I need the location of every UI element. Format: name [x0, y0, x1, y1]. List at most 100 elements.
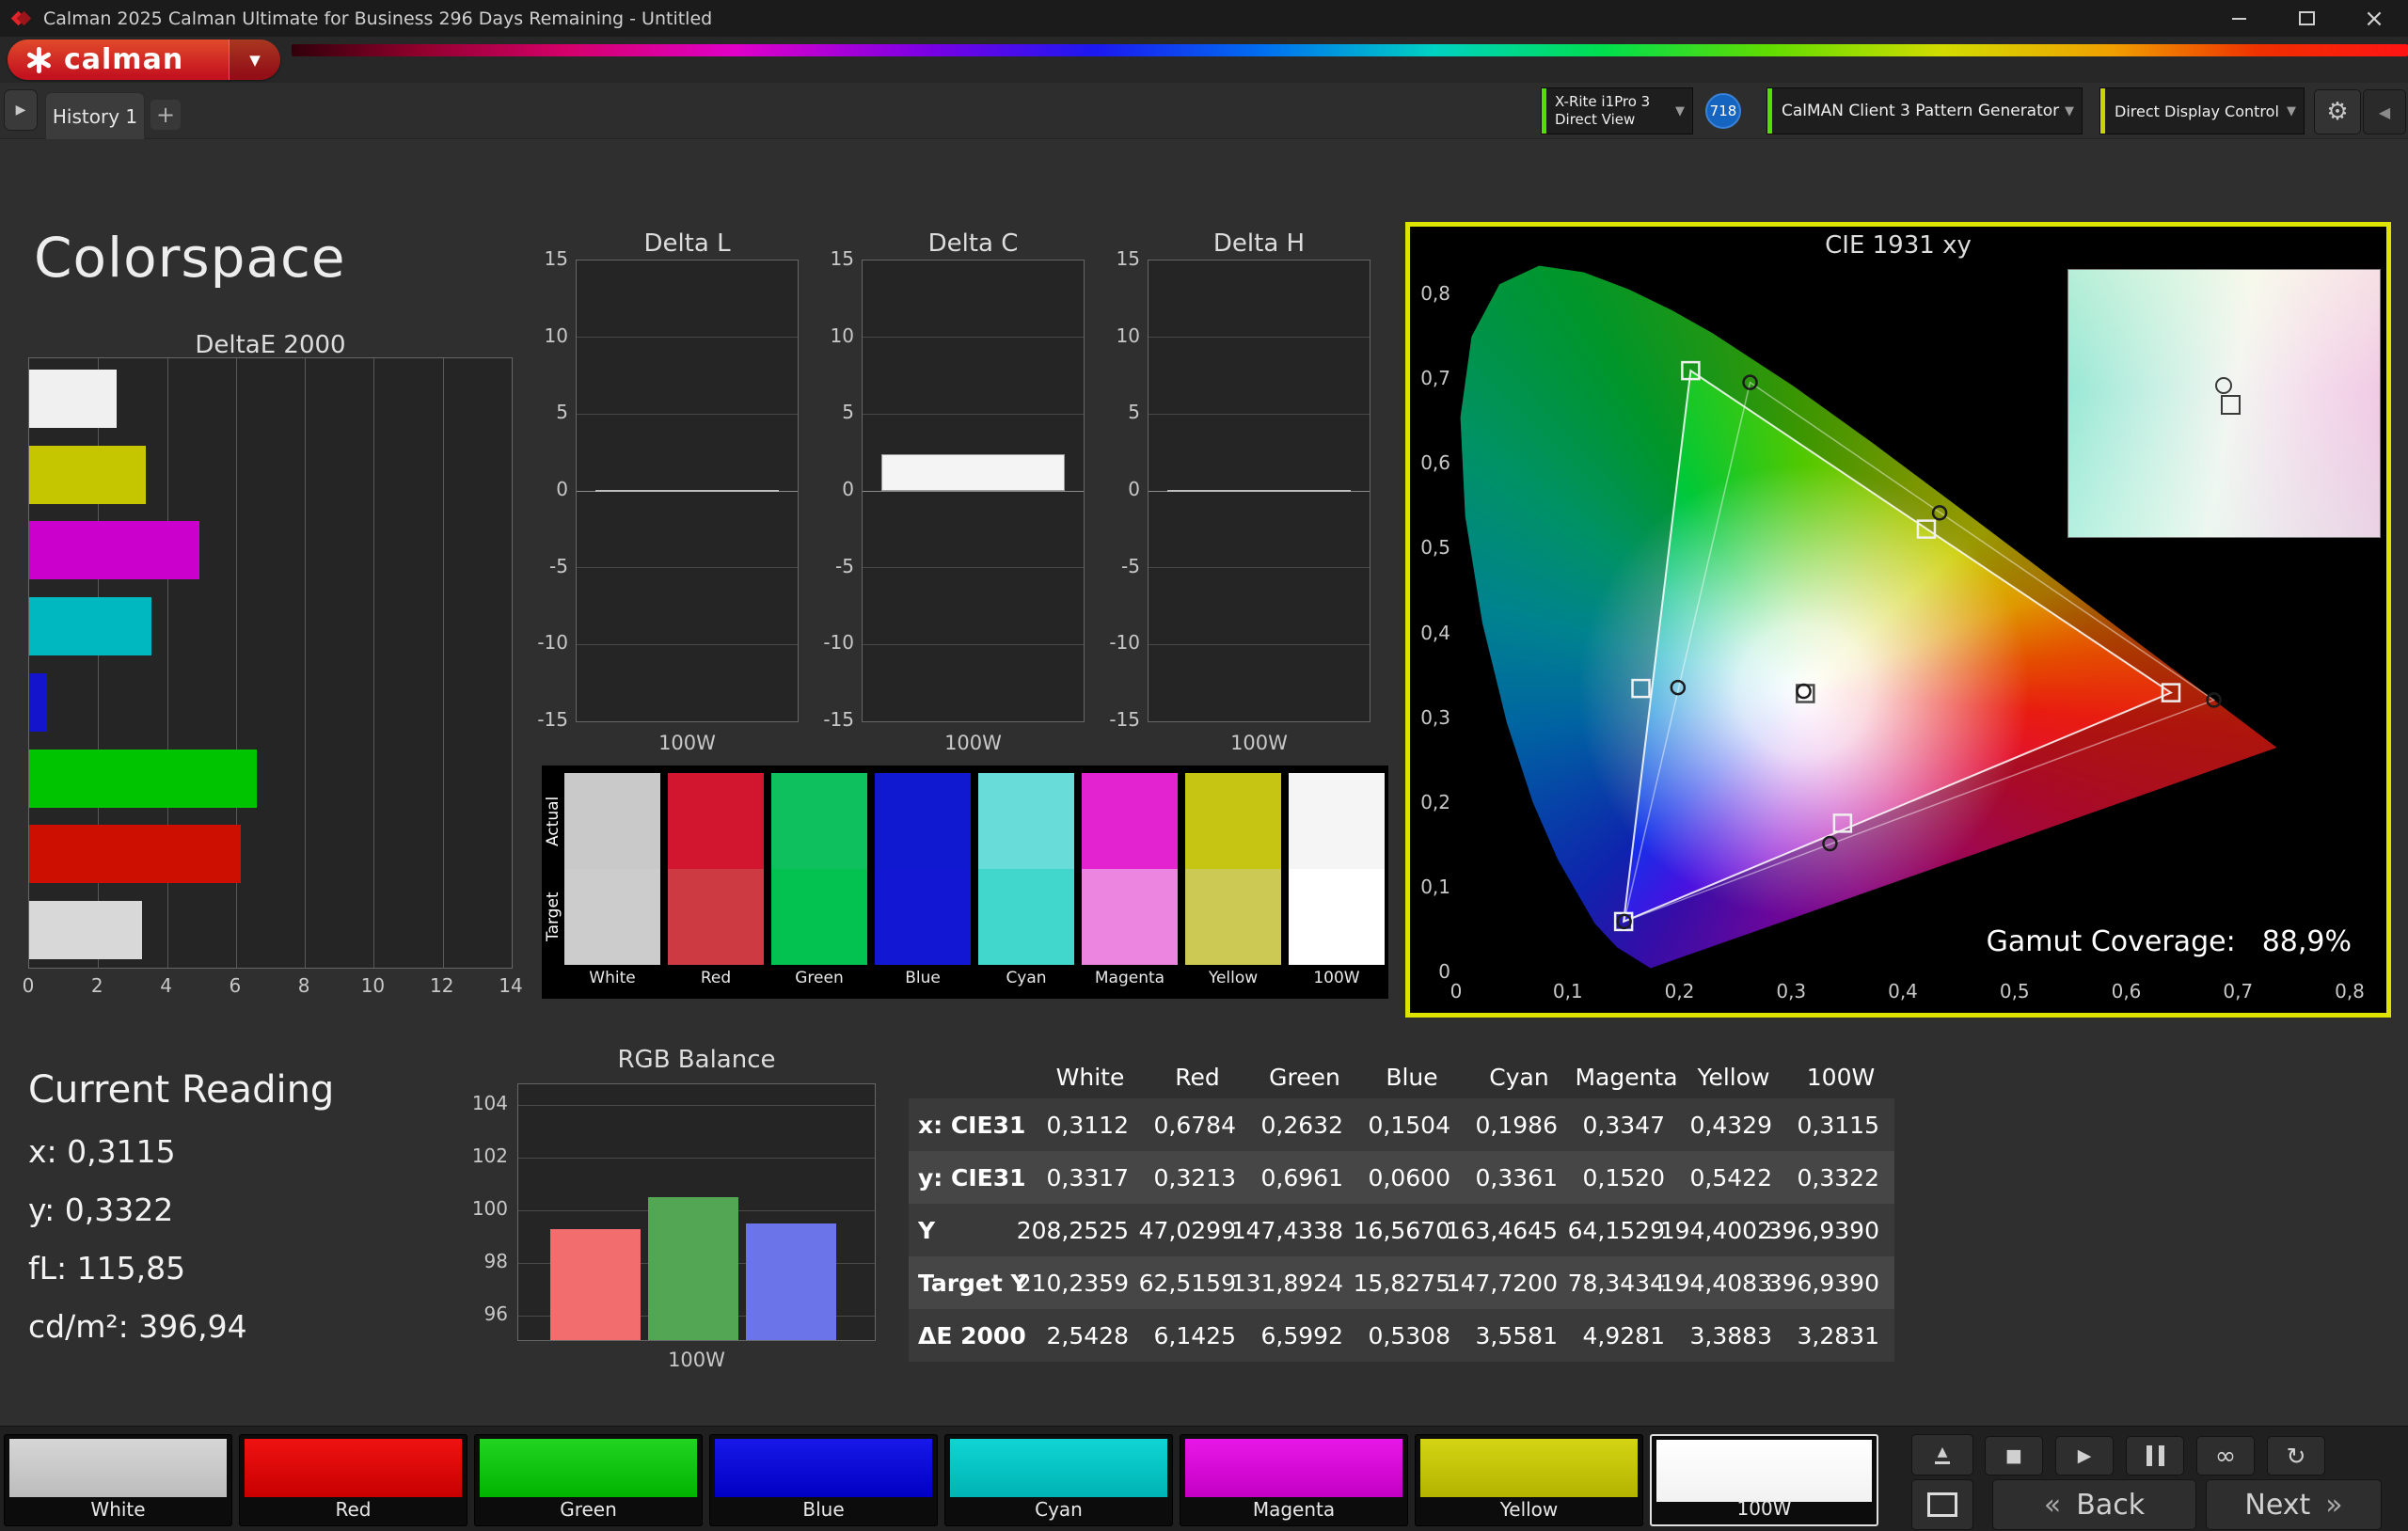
settings-button[interactable]: ⚙ [2314, 89, 2361, 134]
swatch-actual-white [564, 773, 660, 869]
x-tick-label: 2 [90, 974, 103, 997]
maximize-button[interactable] [2273, 0, 2340, 37]
y-tick-label: -15 [823, 708, 854, 731]
swatch-label: Red [700, 969, 732, 987]
gridline [518, 1157, 875, 1159]
cie-x-tick: 0,6 [2111, 980, 2142, 1002]
pattern-label: Yellow [1499, 1498, 1559, 1521]
reading-fl: fL: 115,85 [28, 1250, 186, 1286]
pattern-label: 100W [1736, 1497, 1792, 1520]
column-header-blue: Blue [1386, 1063, 1438, 1091]
swatch-target-magenta [1082, 869, 1178, 965]
collapse-panel-button[interactable]: ◀ [2363, 89, 2406, 134]
column-header-magenta: Magenta [1575, 1063, 1678, 1091]
workflow-nav-button[interactable]: ▶ [4, 89, 38, 131]
cie-x-tick: 0,2 [1664, 980, 1695, 1002]
swatch-actual-100w [1289, 773, 1385, 869]
y-tick-label: -15 [1109, 708, 1140, 731]
table-cell: 2,5428 [1037, 1309, 1144, 1362]
pattern-button-magenta[interactable]: Magenta [1180, 1434, 1408, 1526]
column-header-100w: 100W [1806, 1063, 1876, 1091]
table-cell: 0,1520 [1573, 1151, 1680, 1204]
pattern-button-green[interactable]: Green [474, 1434, 703, 1526]
menu-chevron-down-icon[interactable]: ▼ [229, 39, 280, 80]
tab-history-1[interactable]: History 1 [45, 92, 145, 139]
gridline [518, 1104, 875, 1106]
tab-band: ▶ History 1 + X-Rite i1Pro 3 Direct View… [0, 83, 2408, 139]
close-button[interactable]: × [2340, 0, 2408, 37]
next-button[interactable]: Next » [2206, 1479, 2382, 1530]
y-tick-label: 0 [842, 478, 854, 500]
y-tick-label: 104 [471, 1092, 508, 1115]
loop-button[interactable]: ∞ [2196, 1436, 2255, 1476]
calman-pinwheel-icon [23, 44, 55, 76]
table-cell: 131,8924 [1231, 1256, 1358, 1309]
delta-e-bar-100w [29, 900, 143, 959]
infinity-icon: ∞ [2214, 1441, 2237, 1471]
pattern-button-yellow[interactable]: Yellow [1415, 1434, 1643, 1526]
gridline [577, 567, 798, 569]
chart-x-label: 100W [944, 732, 1002, 754]
x-tick-label: 8 [297, 974, 310, 997]
minimize-button[interactable] [2205, 0, 2273, 37]
pattern-label: Magenta [1252, 1498, 1336, 1521]
gridline [577, 643, 798, 645]
swatch-target-red [668, 869, 764, 965]
calman-menu-button[interactable]: calman ▼ [8, 39, 280, 80]
stop-icon: ■ [2005, 1445, 2022, 1466]
pattern-swatch [245, 1439, 462, 1497]
display-control-dropdown[interactable]: Direct Display Control ▼ [2099, 87, 2305, 134]
meter-dropdown[interactable]: X-Rite i1Pro 3 Direct View ▼ [1541, 87, 1693, 134]
pattern-label: Green [560, 1498, 617, 1521]
swatch-label: Yellow [1208, 969, 1259, 987]
pattern-button-red[interactable]: Red [239, 1434, 467, 1526]
add-tab-button[interactable]: + [150, 100, 181, 130]
swatch-actual-green [771, 773, 867, 869]
cie-x-tick: 0,4 [1888, 980, 1918, 1002]
play-button[interactable]: ▶ [2055, 1436, 2114, 1476]
gridline [863, 643, 1084, 645]
chart-x-label: 100W [1230, 732, 1288, 754]
x-tick-label: 10 [360, 974, 386, 997]
y-tick-label: 5 [556, 401, 568, 424]
pattern-label: Blue [802, 1498, 845, 1521]
table-cell: 147,7200 [1446, 1256, 1573, 1309]
pattern-window-button[interactable] [1911, 1479, 1973, 1530]
table-cell: 0,3317 [1037, 1151, 1144, 1204]
panel-eject-button[interactable]: ▲ [1911, 1434, 1973, 1476]
table-cell: 163,4645 [1446, 1204, 1573, 1256]
calman-logo-text: calman [64, 43, 184, 76]
swatch-actual-yellow [1185, 773, 1281, 869]
y-tick-label: -10 [537, 631, 568, 655]
pattern-button-100w[interactable]: 100W [1650, 1434, 1878, 1526]
minimize-icon [2231, 17, 2246, 20]
y-tick-label: 15 [544, 247, 568, 270]
swatch-actual-red [668, 773, 764, 869]
back-button[interactable]: « Back [1992, 1479, 2196, 1530]
swatch-target-blue [875, 869, 971, 965]
meter-count-badge[interactable]: 718 [1705, 93, 1741, 129]
title-bar: Calman 2025 Calman Ultimate for Business… [0, 0, 2408, 37]
table-corner [909, 1055, 1037, 1098]
table-cell: 0,1504 [1358, 1098, 1465, 1151]
refresh-button[interactable]: ↻ [2267, 1436, 2325, 1476]
pattern-generator-dropdown[interactable]: CalMAN Client 3 Pattern Generator ▼ [1766, 87, 2083, 134]
pause-button[interactable] [2126, 1436, 2184, 1476]
cie-x-tick: 0,1 [1552, 980, 1583, 1002]
pattern-button-white[interactable]: White [4, 1434, 232, 1526]
pattern-swatch [950, 1439, 1167, 1497]
row-label: ΔE 2000 [909, 1309, 1037, 1362]
table-cell: 0,6961 [1251, 1151, 1358, 1204]
eject-icon: ▲ [1935, 1445, 1950, 1464]
cie-x-tick: 0,8 [2335, 980, 2365, 1002]
swatch-label: Green [795, 969, 844, 987]
pattern-button-blue[interactable]: Blue [709, 1434, 938, 1526]
cie-x-tick: 0 [1450, 980, 1463, 1002]
pattern-label: Cyan [1035, 1498, 1083, 1521]
stop-button[interactable]: ■ [1985, 1436, 2043, 1476]
table-cell: 4,9281 [1573, 1309, 1680, 1362]
delta-e-bar-red [29, 825, 242, 884]
y-tick-label: -5 [1121, 554, 1140, 577]
table-cell: 0,1986 [1465, 1098, 1573, 1151]
pattern-button-cyan[interactable]: Cyan [944, 1434, 1173, 1526]
